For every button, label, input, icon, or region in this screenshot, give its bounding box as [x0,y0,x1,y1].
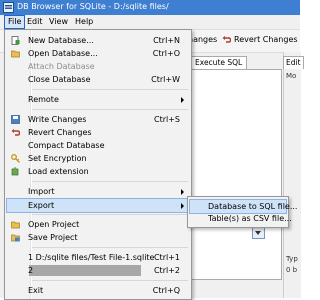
menu-item-export-csv[interactable]: Table(s) as CSV file... [189,212,292,225]
menu-item-open-project[interactable]: Open Project [6,218,190,231]
redacted-path [29,265,141,276]
menu-item-set-encryption[interactable]: Set Encryption [6,152,190,165]
menu-separator [32,181,188,182]
app-icon [3,2,14,13]
tab-execute-sql[interactable]: Execute SQL [190,56,248,69]
tab-edit[interactable]: Edit [283,56,304,69]
menu-item-compact-database[interactable]: Compact Database [6,139,190,152]
save-project-icon [11,234,20,242]
key-icon [11,154,20,163]
title-bar: DB Browser for SQLite - D:/sqlite files/ [0,0,300,15]
submenu-arrow-icon [181,189,184,195]
new-database-icon [11,36,20,45]
menu-view[interactable]: View [46,16,71,28]
puzzle-icon [11,167,19,176]
menu-separator [32,214,188,215]
menu-file[interactable]: File [4,15,26,29]
save-icon [11,115,20,124]
menu-edit[interactable]: Edit [24,16,46,28]
file-menu: New Database... Ctrl+N Open Database... … [4,29,192,300]
write-changes-button[interactable]: hanges [188,35,217,44]
type-label: Typ [286,255,298,263]
revert-icon [222,36,231,43]
menu-item-close-database[interactable]: Close Database Ctrl+W [6,73,190,86]
size-label: 0 b [286,266,298,274]
menu-item-write-changes[interactable]: Write Changes Ctrl+S [6,113,190,126]
folder-open-icon [11,221,20,229]
export-submenu: Database to SQL file... Table(s) as CSV … [187,196,297,228]
revert-changes-label: Revert Changes [234,35,298,44]
menu-item-export[interactable]: Export [6,198,190,213]
revert-icon [11,129,20,136]
menu-separator [32,280,188,281]
menu-item-recent-file-2[interactable]: 2 Ctrl+2 [6,264,190,277]
menu-item-recent-file-1[interactable]: 1 D:/sqlite files/Test File-1.sqlite Ctr… [6,251,190,264]
sql-pane [190,69,282,280]
mode-label: Mo [286,72,297,80]
menu-item-exit[interactable]: Exit Ctrl+Q [6,284,190,297]
menu-item-import[interactable]: Import [6,185,190,198]
menu-item-load-extension[interactable]: Load extension [6,165,190,178]
menu-item-attach-database[interactable]: Attach Database [6,60,190,73]
revert-changes-button[interactable]: Revert Changes [222,35,298,44]
menu-bar: File Edit View Help [0,15,300,30]
menu-separator [32,247,188,248]
menu-separator [32,109,188,110]
menu-item-new-database[interactable]: New Database... Ctrl+N [6,34,190,47]
menu-item-revert-changes[interactable]: Revert Changes [6,126,190,139]
folder-open-icon [11,50,20,58]
submenu-arrow-icon [181,97,184,103]
menu-separator [32,89,188,90]
menu-item-save-project[interactable]: Save Project [6,231,190,244]
menu-item-open-database[interactable]: Open Database... Ctrl+O [6,47,190,60]
menu-item-remote[interactable]: Remote [6,93,190,106]
menu-help[interactable]: Help [72,16,96,28]
submenu-arrow-icon [181,203,184,209]
window-title: DB Browser for SQLite - D:/sqlite files/ [17,2,169,11]
app-window: DB Browser for SQLite - D:/sqlite files/… [0,0,304,300]
